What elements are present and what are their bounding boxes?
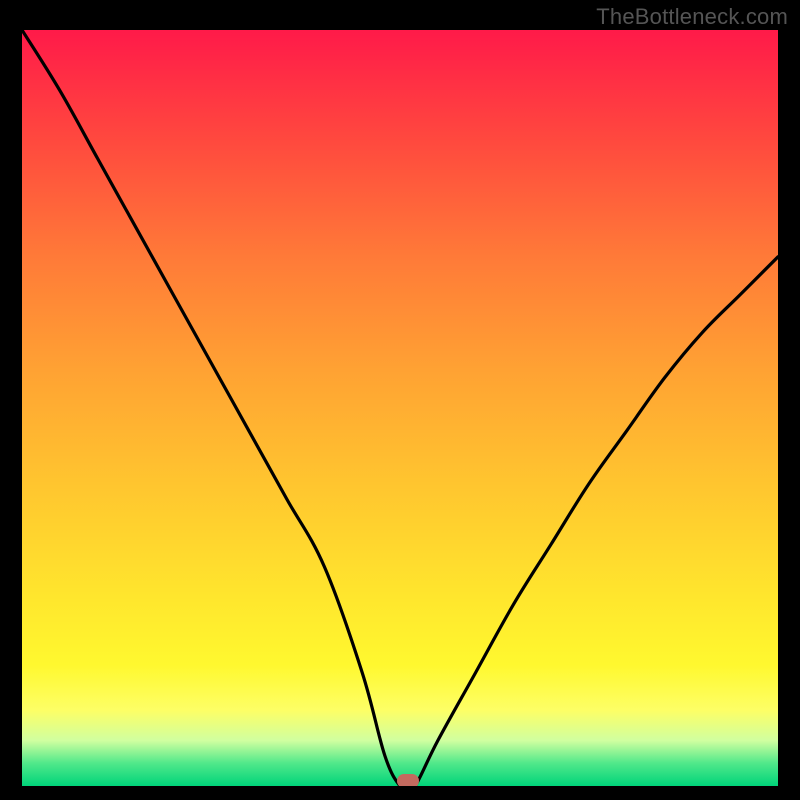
bottleneck-curve-path — [22, 30, 778, 786]
bottleneck-curve-svg — [22, 30, 778, 786]
optimal-point-marker — [397, 774, 419, 786]
plot-area — [22, 30, 778, 786]
watermark-text: TheBottleneck.com — [596, 4, 788, 30]
chart-frame: TheBottleneck.com — [0, 0, 800, 800]
